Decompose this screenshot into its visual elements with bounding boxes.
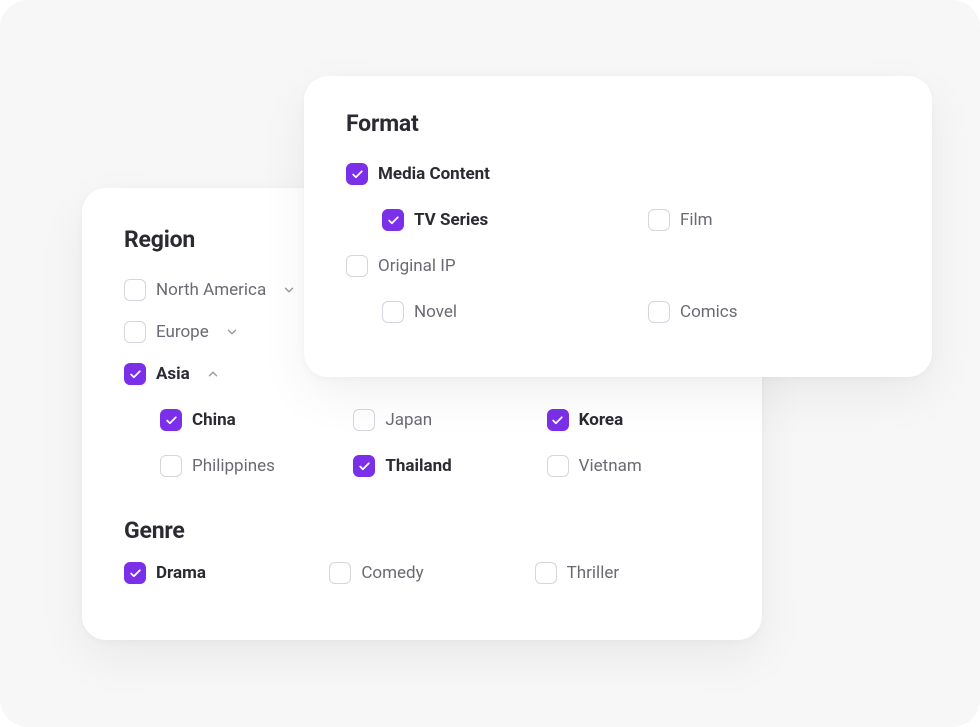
label-thriller: Thriller xyxy=(567,563,619,583)
label-asia: Asia xyxy=(156,364,190,384)
label-china: China xyxy=(192,410,236,430)
checkbox-media-content[interactable]: Media Content xyxy=(346,163,490,185)
checkbox-original-ip[interactable]: Original IP xyxy=(346,255,456,277)
checkbox-philippines[interactable]: Philippines xyxy=(160,455,275,477)
checkbox-icon xyxy=(124,279,146,301)
checkbox-icon xyxy=(124,562,146,584)
label-vietnam: Vietnam xyxy=(579,456,642,476)
canvas: Region North America Europe xyxy=(0,0,980,727)
checkbox-icon xyxy=(353,455,375,477)
checkbox-comedy[interactable]: Comedy xyxy=(329,562,423,584)
label-philippines: Philippines xyxy=(192,456,275,476)
checkbox-icon xyxy=(382,209,404,231)
checkbox-drama[interactable]: Drama xyxy=(124,562,206,584)
label-film: Film xyxy=(680,210,713,230)
chevron-down-icon xyxy=(282,283,296,297)
checkbox-icon xyxy=(382,301,404,323)
checkbox-icon xyxy=(124,321,146,343)
checkbox-icon xyxy=(329,562,351,584)
checkbox-icon xyxy=(547,409,569,431)
checkbox-icon xyxy=(346,255,368,277)
checkbox-japan[interactable]: Japan xyxy=(353,409,432,431)
checkbox-europe[interactable]: Europe xyxy=(124,321,239,343)
checkbox-korea[interactable]: Korea xyxy=(547,409,624,431)
checkbox-icon xyxy=(346,163,368,185)
label-europe: Europe xyxy=(156,322,209,342)
label-drama: Drama xyxy=(156,563,206,583)
checkbox-icon xyxy=(160,409,182,431)
checkbox-icon xyxy=(160,455,182,477)
checkbox-icon xyxy=(124,363,146,385)
genre-title: Genre xyxy=(124,517,720,544)
chevron-up-icon xyxy=(206,367,220,381)
checkbox-comics[interactable]: Comics xyxy=(648,301,737,323)
format-card: Format Media Content TV Series xyxy=(304,76,932,377)
checkbox-vietnam[interactable]: Vietnam xyxy=(547,455,642,477)
label-japan: Japan xyxy=(385,410,432,430)
label-korea: Korea xyxy=(579,410,624,430)
checkbox-novel[interactable]: Novel xyxy=(382,301,457,323)
checkbox-thriller[interactable]: Thriller xyxy=(535,562,619,584)
checkbox-thailand[interactable]: Thailand xyxy=(353,455,451,477)
label-comedy: Comedy xyxy=(361,563,423,583)
checkbox-asia[interactable]: Asia xyxy=(124,363,220,385)
chevron-down-icon xyxy=(225,325,239,339)
checkbox-film[interactable]: Film xyxy=(648,209,713,231)
checkbox-icon xyxy=(353,409,375,431)
label-media-content: Media Content xyxy=(378,164,490,184)
label-original-ip: Original IP xyxy=(378,256,456,276)
checkbox-tv-series[interactable]: TV Series xyxy=(382,209,488,231)
checkbox-north-america[interactable]: North America xyxy=(124,279,296,301)
checkbox-icon xyxy=(648,209,670,231)
label-comics: Comics xyxy=(680,302,737,322)
label-north-america: North America xyxy=(156,280,266,300)
checkbox-china[interactable]: China xyxy=(160,409,236,431)
checkbox-icon xyxy=(648,301,670,323)
label-thailand: Thailand xyxy=(385,456,451,476)
label-tv-series: TV Series xyxy=(414,210,488,230)
label-novel: Novel xyxy=(414,302,457,322)
checkbox-icon xyxy=(535,562,557,584)
format-title: Format xyxy=(346,110,890,137)
checkbox-icon xyxy=(547,455,569,477)
